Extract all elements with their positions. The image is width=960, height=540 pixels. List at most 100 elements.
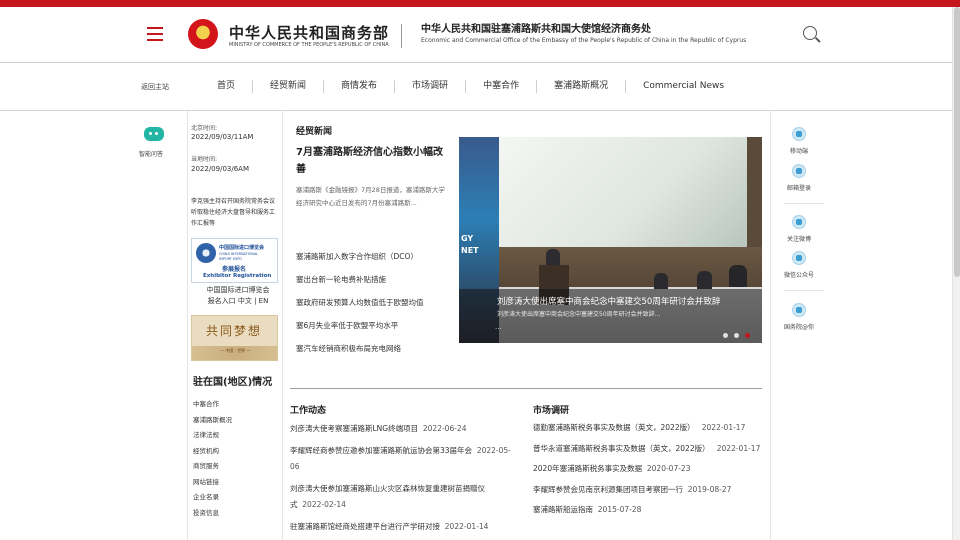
nav-items: 首页 经贸新闻 商情发布 市场调研 中塞合作 塞浦路斯概况 Commercial…: [200, 80, 741, 93]
stationed-link[interactable]: 投资信息: [193, 506, 232, 522]
state-council-label: 国务院@你: [783, 324, 814, 331]
photo-caption-sub: 刘彦涛大使出席塞中商会纪念中塞建交50周年研讨会并致辞...: [497, 311, 661, 318]
nav-item-trade-news[interactable]: 经贸新闻: [253, 80, 325, 93]
local-time-label: 当地时间:: [191, 156, 218, 163]
market-item-text[interactable]: 普华永道塞浦路斯税务事实及数据（英文，2022版）: [533, 444, 710, 453]
news-list-item[interactable]: 塞政府研发预算人均数值低于欧盟均值: [296, 291, 456, 314]
top-accent-bar: [0, 0, 960, 7]
stationed-country-title: 驻在国(地区)情况: [193, 377, 273, 388]
national-emblem-logo[interactable]: [188, 19, 218, 49]
main-divider: [290, 388, 762, 389]
wechat-label: 微信公众号: [783, 272, 814, 279]
news-list-item[interactable]: 塞汽车经销商积极布局充电网络: [296, 337, 456, 360]
market-item[interactable]: 德勤塞浦路斯税务事实及数据（英文，2022版） 2022-01-17: [533, 420, 763, 436]
nav-item-market-research[interactable]: 市场调研: [395, 80, 467, 93]
carousel-dot-active[interactable]: [745, 333, 750, 338]
at-icon: [792, 303, 806, 317]
back-home-link[interactable]: 返回主站: [141, 82, 169, 92]
mobile-label: 移动端: [789, 148, 808, 155]
header-divider: [401, 24, 402, 48]
nav-item-cyprus-overview[interactable]: 塞浦路斯概况: [537, 80, 627, 93]
beijing-time-label: 北京时间:: [191, 125, 218, 132]
scrollbar-thumb[interactable]: [954, 7, 960, 277]
dream-banner-title: 共同梦想: [206, 324, 263, 338]
ministry-name-en: MINISTRY OF COMMERCE OF THE PEOPLE'S REP…: [229, 42, 389, 48]
market-item-date: 2019-08-27: [687, 484, 732, 494]
market-research-title[interactable]: 市场调研: [533, 403, 569, 416]
stationed-link[interactable]: 商贸服务: [193, 459, 232, 475]
import-expo-banner[interactable]: 中国国际进口博览会 CHINA INTERNATIONAL IMPORT EXP…: [191, 238, 278, 283]
work-item[interactable]: 刘彦涛大使参加塞浦路斯山火灾区森林恢复重建树苗捐赠仪式 2022-02-14: [290, 481, 512, 514]
market-item[interactable]: 李耀辉参赞会见南京利源集团项目考察团一行 2019-08-27: [533, 482, 763, 498]
market-item-date: 2020-07-23: [646, 464, 691, 473]
news-list-item[interactable]: 塞出台新一轮电费补贴措施: [296, 268, 456, 291]
left-icon-column: 智能问答: [130, 111, 188, 540]
state-council-news-link[interactable]: 李克强主持召开国务院常务会议 听取稳住经济大盘督导和服务工作汇报等: [191, 196, 279, 229]
work-updates-title[interactable]: 工作动态: [290, 403, 326, 416]
right-icon-column: 移动端 邮箱登录 关注微博 微信公众号 国务院@你: [770, 111, 826, 540]
news-list: 塞浦路斯加入数字合作组织（DCO） 塞出台新一轮电费补贴措施 塞政府研发预算人均…: [296, 245, 456, 360]
beijing-time: 2022/09/03/11AM: [191, 133, 254, 141]
stationed-link[interactable]: 中塞合作: [193, 397, 232, 413]
photo-banner-text: GY NET: [461, 234, 479, 255]
smart-qa-label[interactable]: 智能问答: [139, 149, 163, 158]
stationed-country-links: 中塞合作 塞浦路斯概况 法律法规 经贸机构 商贸服务 网站链接 企业名录 投资信…: [193, 397, 232, 521]
market-item-date: 2015-07-28: [597, 505, 642, 514]
market-item-text[interactable]: 2020年塞浦路斯税务事实及数据: [533, 464, 642, 473]
expo-registration-cn: 参展报名: [222, 266, 247, 273]
common-dream-banner[interactable]: 共同梦想 — 中国 · 世界 —: [191, 315, 278, 361]
work-item-date: 2022-01-14: [444, 521, 489, 531]
nav-item-business-info[interactable]: 商情发布: [324, 80, 396, 93]
nav-item-commercial-news[interactable]: Commercial News: [626, 80, 741, 93]
expo-name-en-1: CHINA INTERNATIONAL: [219, 252, 259, 256]
robot-chat-icon[interactable]: [144, 127, 164, 141]
photo-attendee: [697, 271, 712, 289]
market-item[interactable]: 塞浦路斯船运指南 2015-07-28: [533, 502, 763, 518]
market-item-text[interactable]: 塞浦路斯船运指南: [533, 505, 593, 514]
carousel-dots: [723, 333, 750, 338]
news-list-item[interactable]: 塞浦路斯加入数字合作组织（DCO）: [296, 245, 456, 268]
stationed-link[interactable]: 法律法规: [193, 428, 232, 444]
carousel-dot[interactable]: [723, 333, 728, 338]
work-item[interactable]: 李耀辉经商参赞应邀参加塞浦路斯航运协会第33届年会 2022-05-06: [290, 443, 512, 476]
photo-more: ...: [495, 323, 502, 331]
photo-caption[interactable]: 刘彦涛大使出席塞中商会纪念中塞建交50周年研讨会并致辞: [497, 295, 720, 307]
photo-attendee: [654, 273, 668, 289]
news-list-item[interactable]: 塞6月失业率低于欧盟平均水平: [296, 314, 456, 337]
ministry-name-cn[interactable]: 中华人民共和国商务部: [229, 22, 389, 43]
work-item[interactable]: 刘彦涛大使考察塞浦路斯LNG终端项目 2022-06-24: [290, 421, 512, 438]
trade-news-title[interactable]: 经贸新闻: [296, 124, 332, 137]
stationed-link[interactable]: 塞浦路斯概况: [193, 413, 232, 429]
carousel-dot[interactable]: [734, 333, 739, 338]
search-icon[interactable]: [803, 26, 817, 40]
work-item-text[interactable]: 驻塞浦路斯馆经商处搭建平台进行产学研对接: [290, 522, 440, 531]
dream-banner-sub: — 中国 · 世界 —: [220, 348, 251, 353]
market-item-text[interactable]: 德勤塞浦路斯税务事实及数据（英文，2022版）: [533, 423, 695, 432]
headline-link[interactable]: 7月塞浦路斯经济信心指数小幅改善: [296, 144, 451, 178]
work-item-text[interactable]: 刘彦涛大使考察塞浦路斯LNG终端项目: [290, 424, 418, 433]
market-item-text[interactable]: 李耀辉参赞会见南京利源集团项目考察团一行: [533, 485, 683, 494]
news-photo-carousel[interactable]: GY NET 刘彦涛大使出席塞中商会纪念中塞建交50周年研讨会并致辞 刘彦涛大使出…: [459, 137, 762, 343]
headline-summary: 塞浦路斯《金融镜报》7月28日报道，塞浦路斯大学经济研究中心近日发布的7月份塞浦…: [296, 186, 445, 207]
work-updates-list: 刘彦涛大使考察塞浦路斯LNG终端项目 2022-06-24 李耀辉经商参赞应邀参…: [290, 421, 512, 540]
nav-item-china-cyprus-cooperation[interactable]: 中塞合作: [466, 80, 538, 93]
mobile-icon: [792, 127, 806, 141]
nav-item-home[interactable]: 首页: [200, 80, 254, 93]
market-item[interactable]: 普华永道塞浦路斯税务事实及数据（英文，2022版） 2022-01-17: [533, 441, 763, 457]
weibo-label: 关注微博: [786, 236, 811, 243]
scrollbar[interactable]: [952, 7, 960, 540]
site-header: 中华人民共和国商务部 MINISTRY OF COMMERCE OF THE P…: [0, 7, 952, 63]
expo-registration-link[interactable]: 中国国际进口博览会 报名入口 中文 | EN: [203, 285, 273, 307]
email-login-label: 邮箱登录: [786, 185, 811, 192]
stationed-link[interactable]: 经贸机构: [193, 444, 232, 460]
market-item-date: 2022-01-17: [716, 443, 761, 453]
office-name-en: Economic and Commercial Office of the Em…: [421, 37, 747, 44]
market-item[interactable]: 2020年塞浦路斯税务事实及数据 2020-07-23: [533, 461, 763, 477]
menu-icon[interactable]: [147, 27, 163, 41]
mail-icon: [792, 164, 806, 178]
work-item-date: 2022-02-14: [302, 500, 346, 509]
stationed-link[interactable]: 网站链接: [193, 475, 232, 491]
work-item-text[interactable]: 李耀辉经商参赞应邀参加塞浦路斯航运协会第33届年会: [290, 446, 472, 455]
work-item[interactable]: 驻塞浦路斯馆经商处搭建平台进行产学研对接 2022-01-14: [290, 519, 512, 536]
stationed-link[interactable]: 企业名录: [193, 490, 232, 506]
